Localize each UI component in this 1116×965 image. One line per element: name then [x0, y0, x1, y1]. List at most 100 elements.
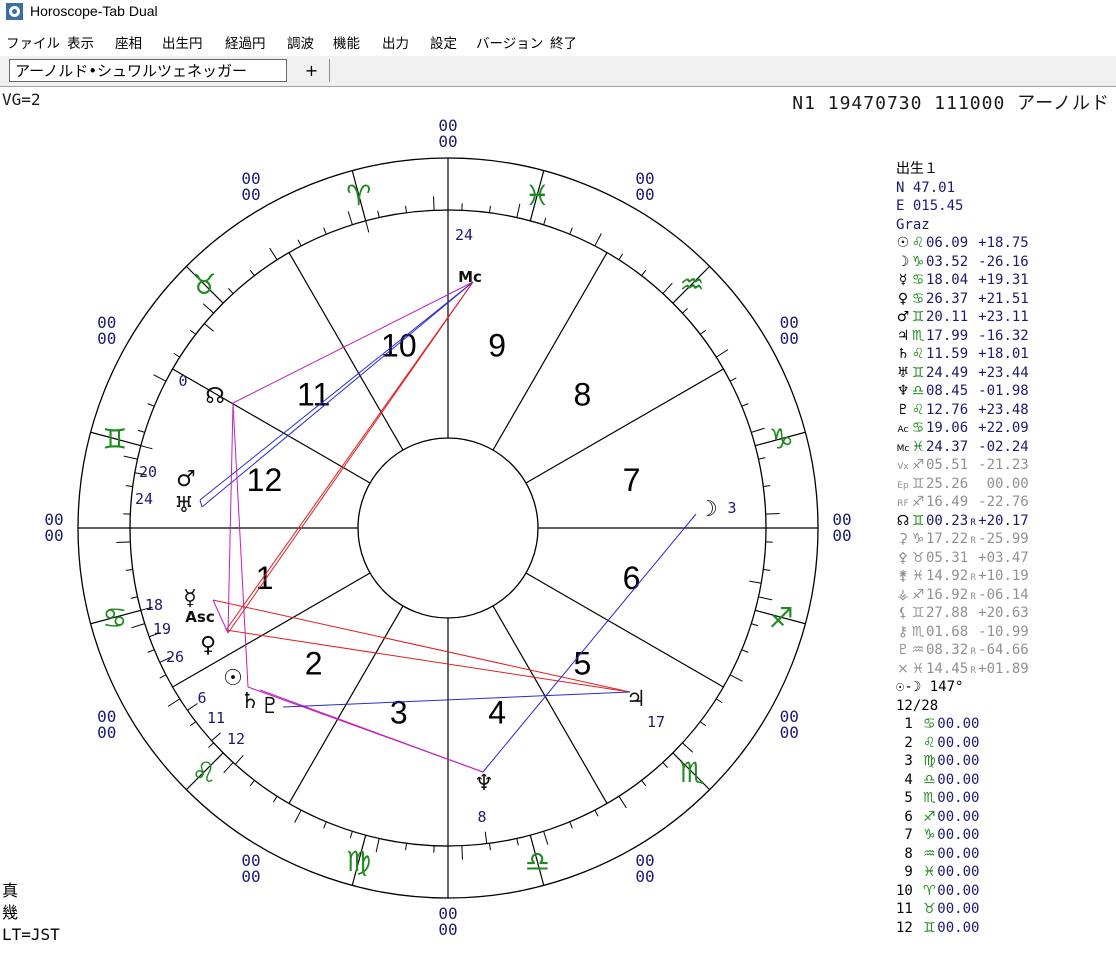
menu-item-3[interactable]: 出生円: [162, 32, 203, 52]
menu-item-2[interactable]: 座相: [115, 32, 142, 52]
planet-glyph-icon: ♂: [896, 309, 910, 325]
data-panel: 出生１ N 47.01 E 015.45 Graz ☉ ♌ 06.09 +18.75 ☽…: [896, 160, 1114, 937]
menu-item-10[interactable]: 終了: [550, 32, 577, 52]
degree-tick: [189, 721, 197, 727]
sign-glyph-icon: ♊: [911, 605, 925, 621]
planet-declination: -01.98: [978, 383, 1029, 399]
planet-declination: 00.00: [978, 475, 1029, 492]
planet-declination: +10.19: [978, 568, 1029, 584]
cusp-position: 00.00: [937, 771, 980, 788]
planet-glyph-icon: ⚴: [897, 549, 909, 566]
house-number-12: 12: [247, 462, 283, 498]
degree-tick: [594, 233, 602, 247]
planet-glyph-icon: ♃: [896, 327, 910, 344]
planet-marker-tick: [234, 755, 244, 765]
add-tab-button[interactable]: +: [294, 59, 330, 82]
menu-item-1[interactable]: 表示: [67, 32, 94, 52]
planet-declination: +19.31: [978, 272, 1029, 288]
planet-declination: -06.14: [978, 586, 1029, 603]
cusp-number: 7: [896, 827, 913, 843]
degree-tick: [147, 649, 155, 653]
planet-declination: +23.48: [978, 401, 1029, 418]
neptune-planet-icon: ♆: [474, 771, 494, 796]
moon-planet-icon: ☽: [698, 497, 718, 522]
menu-item-7[interactable]: 出力: [382, 32, 409, 52]
window-title: Horoscope-Tab Dual: [30, 3, 158, 19]
planet-row: ♇ ♒ 08.32 R -64.66: [896, 641, 1114, 660]
degree-tick: [662, 762, 668, 768]
sign-glyph-icon: ♐: [911, 586, 925, 603]
menu-item-5[interactable]: 調波: [287, 32, 314, 52]
planet-declination: +03.47: [978, 549, 1029, 566]
planet-marker-tick: [365, 220, 370, 233]
cusp-position: 00.00: [937, 716, 980, 732]
planet-position: 18.04: [926, 272, 969, 288]
sign-glyph-icon: ♓: [923, 864, 936, 880]
asc-degree-label: 19: [153, 620, 171, 638]
aspect-line: [199, 281, 474, 501]
planet-glyph-icon: ♇: [896, 401, 910, 418]
horoscope-chart[interactable]: 0000000000000000000000000000000000000000…: [0, 110, 890, 960]
aspect-line: [232, 281, 474, 404]
planet-glyph-icon: ♅: [896, 364, 910, 381]
planet-position: 08.45: [926, 383, 969, 399]
planet-position: 16.92: [926, 586, 969, 603]
cusp-position: 00.00: [937, 901, 980, 917]
scorpio-sign-icon: ♏: [679, 756, 704, 789]
cancer-sign-icon: ♋: [102, 601, 127, 634]
planet-position: 27.88: [926, 605, 969, 621]
menu-item-6[interactable]: 機能: [333, 32, 360, 52]
planet-declination: -02.24: [978, 438, 1029, 455]
degree-tick: [294, 809, 302, 823]
cusp-row: 10 ♈ 00.00: [896, 882, 1114, 901]
axis-mark-label: 00: [97, 723, 116, 742]
mars-degree-label: 20: [139, 463, 157, 481]
tab-arnold[interactable]: アーノルド•シュワルツェネッガー: [9, 59, 287, 82]
mercury-degree-label: 18: [145, 596, 163, 614]
degree-tick: [763, 485, 771, 487]
axis-mark-label: 00: [241, 185, 260, 204]
cusp-position: 00.00: [937, 827, 980, 843]
aspect-line: [282, 691, 631, 708]
menu-item-8[interactable]: 設定: [430, 32, 457, 52]
axis-mark-label: 00: [635, 867, 654, 886]
sign-glyph-icon: ♐: [923, 808, 936, 825]
degree-tick: [569, 227, 573, 235]
sign-glyph-icon: ♌: [923, 734, 936, 751]
planet-declination: +22.09: [978, 420, 1029, 436]
planet-declination: -64.66: [978, 642, 1029, 658]
aries-sign-icon: ♈: [346, 179, 371, 212]
aquarius-sign-icon: ♒: [679, 268, 704, 301]
degree-tick: [751, 427, 765, 433]
menu-item-4[interactable]: 経過円: [225, 32, 266, 52]
planet-position: 01.68: [926, 623, 969, 640]
sign-glyph-icon: ♊: [911, 512, 925, 529]
degree-tick: [682, 742, 694, 753]
node-degree-label: 0: [178, 372, 187, 390]
degree-tick: [543, 831, 549, 845]
planet-marker-tick: [484, 831, 488, 844]
mars-planet-icon: ♂: [176, 467, 196, 492]
pluto-degree-label: 12: [227, 730, 245, 748]
cusp-position: 00.00: [937, 753, 980, 769]
planet-glyph-icon: ☽: [896, 253, 910, 270]
planet-row: ⚳ ♑ 17.22 R -25.99: [896, 530, 1114, 549]
planet-row: Mc ♓ 24.37 -02.24: [896, 438, 1114, 457]
center-circle: [357, 437, 539, 619]
degree-tick: [662, 282, 673, 294]
planet-position: 24.49: [926, 364, 969, 381]
planet-row: ⚴ ♉ 05.31 +03.47: [896, 549, 1114, 568]
degree-tick: [763, 569, 771, 571]
degree-tick: [715, 698, 723, 704]
sign-glyph-icon: ♎: [923, 771, 936, 788]
menu-item-0[interactable]: ファイル: [6, 32, 60, 52]
moon-degree-label: 3: [727, 499, 736, 517]
cusp-row: 4 ♎ 00.00: [896, 771, 1114, 790]
menu-item-9[interactable]: バージョン: [476, 32, 543, 52]
sign-glyph-icon: ♑: [923, 827, 936, 843]
planet-glyph-icon: ☉: [896, 235, 910, 251]
degree-tick: [116, 541, 131, 543]
degree-tick: [569, 821, 573, 829]
degree-tick: [347, 211, 353, 225]
pisces-sign-icon: ♓: [525, 179, 550, 212]
